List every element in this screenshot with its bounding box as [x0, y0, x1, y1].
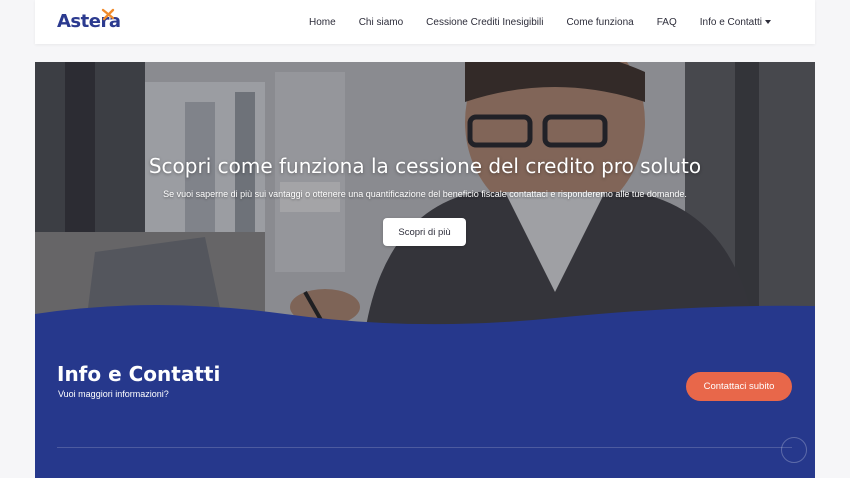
nav-home[interactable]: Home: [309, 17, 336, 28]
nav-cessione-crediti-label: Cessione Crediti Inesigibili: [426, 16, 544, 28]
nav-faq-label: FAQ: [656, 16, 677, 28]
top-navbar: Astera Home Chi siamo Cessione Crediti I…: [35, 0, 815, 44]
caret-down-icon: [765, 20, 771, 24]
contact-subtitle: Vuoi maggiori informazioni?: [58, 389, 169, 399]
section-divider: [57, 447, 792, 448]
scopri-di-piu-button[interactable]: Scopri di più: [383, 218, 466, 246]
info-contatti-section: Info e Contatti Vuoi maggiori informazio…: [35, 300, 815, 478]
scroll-top-icon[interactable]: [781, 437, 807, 463]
hero-title: Scopri come funziona la cessione del cre…: [148, 154, 702, 178]
nav-come-funziona-label: Come funziona: [566, 16, 634, 28]
astera-logo[interactable]: Astera: [57, 8, 121, 37]
main-menu: Home Chi siamo Cessione Crediti Inesigib…: [309, 0, 771, 44]
nav-faq[interactable]: FAQ: [657, 17, 677, 28]
hero-subtitle: Se vuoi saperne di più sui vantaggi o ot…: [163, 189, 687, 199]
nav-info-contatti[interactable]: Info e Contatti: [700, 17, 771, 28]
nav-home-label: Home: [309, 16, 336, 28]
contattaci-subito-button[interactable]: Contattaci subito: [686, 372, 792, 401]
nav-chi-siamo-label: Chi siamo: [358, 16, 404, 28]
nav-info-contatti-label: Info e Contatti: [699, 16, 762, 28]
nav-cessione-crediti[interactable]: Cessione Crediti Inesigibili: [426, 17, 543, 28]
logo-star-icon: [101, 8, 115, 21]
hero-section: Scopri come funziona la cessione del cre…: [35, 62, 815, 332]
nav-chi-siamo[interactable]: Chi siamo: [359, 17, 403, 28]
nav-come-funziona[interactable]: Come funziona: [566, 17, 633, 28]
contact-title: Info e Contatti: [57, 362, 221, 386]
